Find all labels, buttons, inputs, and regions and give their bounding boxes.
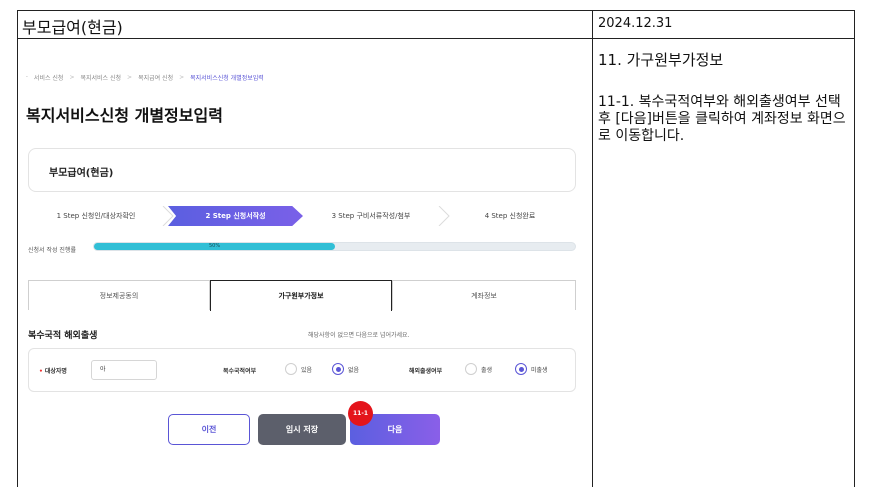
home-dot-icon: · [26,74,28,81]
section-note: 해당사항이 없으면 다음으로 넘어가세요. [308,332,410,339]
description-body: 11-1. 복수국적여부와 해외출생여부 선택 후 [다음]버튼을 클릭하여 계… [598,94,846,144]
subject-label: • 대상자명 [39,366,67,375]
step-marker-badge: 11-1 [348,401,373,426]
dual-no-label: 없음 [348,367,360,374]
progress-label: 신청서 작성 진행률 [28,247,76,254]
tab-consent[interactable]: 정보제공동의 [28,280,210,310]
breadcrumb: · 서비스 신청 > 복지서비스 신청 > 복지급여 신청 > 복지서비스신청 … [26,73,264,82]
breadcrumb-item[interactable]: 복지서비스 신청 [80,73,121,82]
description-panel: 11. 가구원부가정보 11-1. 복수국적여부와 해외출생여부 선택 후 [다… [598,49,850,145]
page-title: 복지서비스신청 개별정보입력 [26,106,223,125]
subject-label-text: 대상자명 [44,368,67,375]
birth-yes-radio[interactable] [465,363,477,375]
dual-nationality-label: 복수국적여부 [223,368,257,375]
temp-save-button[interactable]: 임시 저장 [258,414,346,445]
breadcrumb-item[interactable]: 복지급여 신청 [138,73,173,82]
service-name: 부모급여(현금) [49,168,114,179]
tab-bar: 정보제공동의 가구원부가정보 계좌정보 [28,280,576,311]
dual-yes-label: 있음 [301,367,313,374]
birth-no-radio[interactable] [515,363,527,375]
document-title: 부모급여(현금) [22,18,123,37]
prev-button[interactable]: 이전 [168,414,250,445]
column-divider [592,11,593,487]
tab-household-info[interactable]: 가구원부가정보 [210,280,392,311]
document-header: 부모급여(현금) 2024.12.31 [18,11,854,39]
step-1: 1 Step 신청인/대상자확인 [56,212,136,220]
required-marker: • [39,368,43,375]
document-frame: 부모급여(현금) 2024.12.31 11. 가구원부가정보 11-1. 복수… [17,10,855,487]
birth-yes-label: 출생 [481,367,493,374]
overseas-birth-label: 해외출생여부 [409,368,443,375]
section-title: 복수국적 해외출생 [28,331,98,341]
chevron-right-icon: > [69,74,75,81]
description-title: 11. 가구원부가정보 [598,51,724,69]
breadcrumb-item[interactable]: 서비스 신청 [34,73,64,82]
progress-bar: 50% [93,242,576,251]
screenshot-panel: · 서비스 신청 > 복지서비스 신청 > 복지급여 신청 > 복지서비스신청 … [18,40,592,487]
subject-name-field[interactable]: 아 [91,360,157,380]
step-indicator: 1 Step 신청인/대상자확인 2 Step 신청서작성 3 Step 구비서… [28,206,576,226]
dual-no-radio[interactable] [332,363,344,375]
breadcrumb-current: 복지서비스신청 개별정보입력 [190,75,264,82]
step-2: 2 Step 신청서작성 [168,206,303,226]
progress-value: 50% [209,243,221,249]
chevron-right-icon: > [127,74,133,81]
form-box: • 대상자명 아 복수국적여부 있음 없음 해외출생여부 출생 미출생 [28,348,576,392]
dual-yes-radio[interactable] [285,363,297,375]
service-box: 부모급여(현금) [28,148,576,192]
birth-no-label: 미출생 [531,367,548,374]
step-4: 4 Step 신청완료 [484,212,536,220]
chevron-right-icon: > [179,74,185,81]
step-3: 3 Step 구비서류작성/첨부 [331,212,411,220]
tab-account-info[interactable]: 계좌정보 [392,280,576,310]
document-date: 2024.12.31 [598,16,673,31]
